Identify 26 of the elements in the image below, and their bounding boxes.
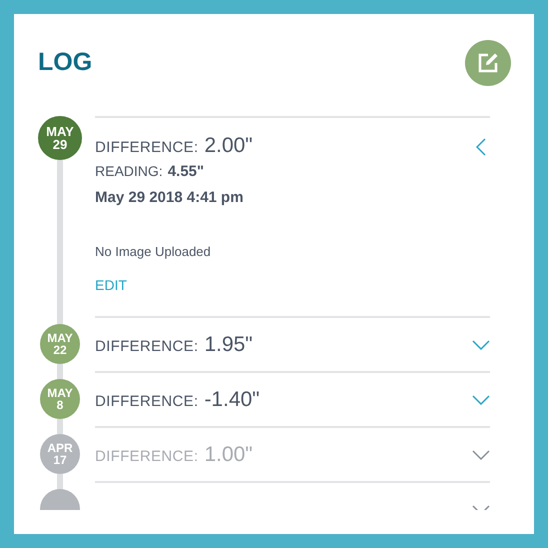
difference-value: 1.95"	[204, 332, 253, 356]
log-title: LOG	[38, 48, 92, 76]
chevron-down-icon[interactable]	[472, 450, 490, 460]
date-badge: MAY 22	[40, 324, 80, 364]
difference-label: DIFFERENCE:	[95, 392, 198, 410]
chevron-down-icon[interactable]	[472, 394, 490, 404]
reading-label: READING:	[95, 163, 163, 179]
new-entry-button[interactable]	[465, 40, 511, 86]
difference-value: 2.00"	[204, 134, 253, 158]
log-entry[interactable]: DIFFERENCE: 2.00" READING: 4.55" May 29 2018 4:41 pm No Image Uploaded EDIT	[95, 116, 490, 316]
log-entry[interactable]: DIFFERENCE: 1.95"	[95, 316, 490, 371]
timestamp: May 29 2018 4:41 pm	[95, 189, 244, 206]
difference-value: -1.40"	[204, 388, 260, 412]
image-status: No Image Uploaded	[95, 244, 212, 259]
date-badge: MAY 29	[38, 116, 82, 160]
difference-value: 1.00"	[204, 442, 253, 466]
reading-value: 4.55"	[168, 163, 204, 180]
edit-icon	[477, 52, 499, 74]
chevron-down-icon[interactable]	[472, 340, 490, 350]
date-badge: MAY 8	[40, 378, 80, 418]
difference-label: DIFFERENCE:	[95, 338, 198, 354]
difference-label: DIFFERENCE:	[95, 448, 198, 464]
chevron-left-icon[interactable]	[476, 138, 486, 156]
date-badge: APR 17	[40, 434, 80, 474]
log-entry[interactable]: DIFFERENCE: -1.40"	[95, 371, 490, 426]
difference-label: DIFFERENCE:	[95, 139, 198, 156]
